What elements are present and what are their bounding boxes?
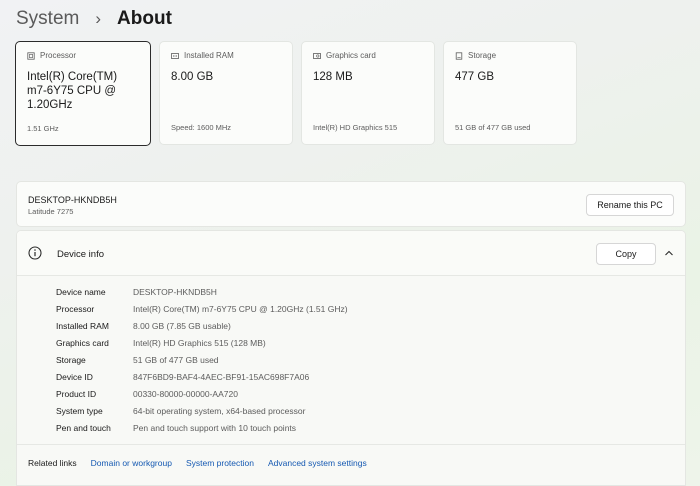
spec-value: 8.00 GB (7.85 GB usable) [133,320,231,331]
spec-card-processor[interactable]: Processor Intel(R) Core(TM) m7-6Y75 CPU … [15,41,151,146]
info-icon [28,246,42,260]
system-protection-link[interactable]: System protection [186,458,254,468]
processor-icon [27,51,35,60]
spec-value: Intel(R) HD Graphics 515 (128 MB) [133,337,266,348]
spec-row: Device name DESKTOP-HKNDB5H [56,283,348,300]
spec-value: 51 GB of 477 GB used [133,354,219,365]
spec-label: Product ID [56,388,97,399]
spec-row: Product ID 00330-80000-00000-AA720 [56,385,348,402]
related-links-bar: Related links Domain or workgroup System… [17,444,685,480]
spec-value: Intel(R) Core(TM) m7-6Y75 CPU @ 1.20GHz … [133,303,348,314]
pc-model: Latitude 7275 [28,207,74,216]
spec-card-storage[interactable]: Storage 477 GB 51 GB of 477 GB used [443,41,577,145]
breadcrumb-chevron-icon: › [95,9,102,28]
card-value: 8.00 GB [171,71,214,83]
spec-row: Installed RAM 8.00 GB (7.85 GB usable) [56,317,348,334]
advanced-system-settings-link[interactable]: Advanced system settings [268,458,367,468]
card-label: Graphics card [326,51,376,60]
ram-icon [171,52,179,59]
spec-label: Installed RAM [56,320,109,331]
card-subtext: Intel(R) HD Graphics 515 [313,123,398,132]
card-subtext: Speed: 1600 MHz [171,123,232,132]
card-label: Processor [40,51,77,60]
spec-value: 847F6BD9-BAF4-4AEC-BF91-15AC698F7A06 [133,371,310,382]
card-header: Installed RAM [171,51,281,60]
spec-label: Device ID [56,371,93,382]
page-title: About [117,8,172,29]
device-info-title: Device info [57,249,104,260]
spec-label: Storage [56,354,86,365]
spec-row: System type 64-bit operating system, x64-… [56,402,348,419]
card-value: Intel(R) Core(TM) m7-6Y75 CPU @ 1.20GHz [27,71,118,111]
card-subtext: 51 GB of 477 GB used [455,123,531,132]
card-value: 477 GB [455,71,494,83]
spec-label: Graphics card [56,337,109,348]
pc-name-panel: DESKTOP-HKNDB5H Latitude 7275 Rename thi… [16,181,686,227]
card-header: Storage [455,51,565,60]
domain-workgroup-link[interactable]: Domain or workgroup [91,458,172,468]
card-subtext: 1.51 GHz [27,124,59,133]
spec-value: DESKTOP-HKNDB5H [133,286,217,297]
spec-value: Pen and touch support with 10 touch poin… [133,422,297,433]
card-header: Processor [27,51,139,60]
spec-cards: Processor Intel(R) Core(TM) m7-6Y75 CPU … [15,41,577,146]
card-label: Installed RAM [184,51,234,60]
spec-row: Storage 51 GB of 477 GB used [56,351,348,368]
spec-value: 64-bit operating system, x64-based proce… [133,405,306,416]
card-header: Graphics card [313,51,423,60]
device-info-header[interactable]: Device info Copy [17,231,685,276]
copy-button[interactable]: Copy [596,243,656,265]
spec-row: Graphics card Intel(R) HD Graphics 515 (1… [56,334,348,351]
device-info-panel: Device info Copy Device name DESKTOP-HKND… [16,230,686,486]
spec-label: System type [56,405,103,416]
related-links-title: Related links [28,457,77,468]
spec-row: Processor Intel(R) Core(TM) m7-6Y75 CPU @… [56,300,348,317]
breadcrumb: System › About [16,6,172,32]
spec-card-graphics[interactable]: Graphics card 128 MB Intel(R) HD Graphic… [301,41,435,145]
pc-name: DESKTOP-HKNDB5H [28,195,117,205]
spec-label: Pen and touch [56,422,111,433]
spec-value: 00330-80000-00000-AA720 [133,388,238,399]
card-value: 128 MB [313,71,353,83]
graphics-card-icon [313,52,321,59]
storage-icon [455,51,463,60]
spec-row: Pen and touch Pen and touch support with … [56,419,348,436]
breadcrumb-system-link[interactable]: System [16,8,79,30]
device-spec-list: Device name DESKTOP-HKNDB5H Processor Inte… [56,283,348,436]
spec-card-ram[interactable]: Installed RAM 8.00 GB Speed: 1600 MHz [159,41,293,145]
spec-label: Processor [56,303,95,314]
chevron-up-icon[interactable] [664,249,674,257]
card-label: Storage [468,51,497,60]
spec-row: Device ID 847F6BD9-BAF4-4AEC-BF91-15AC698… [56,368,348,385]
spec-label: Device name [56,286,106,297]
rename-pc-button[interactable]: Rename this PC [586,194,674,216]
